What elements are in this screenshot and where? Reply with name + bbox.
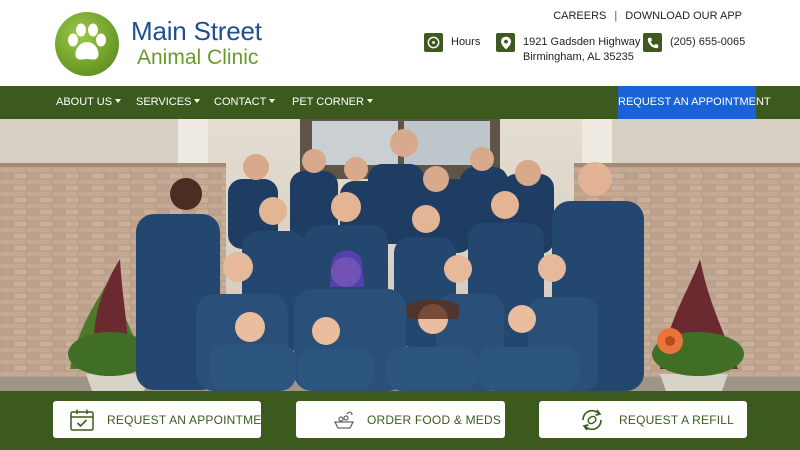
calendar-check-icon (67, 407, 97, 433)
hours-link[interactable]: Hours (424, 33, 480, 52)
refill-pill-icon (577, 407, 607, 433)
link-separator: | (614, 10, 618, 22)
order-food-meds-button[interactable]: ORDER FOOD & MEDS (296, 401, 505, 438)
nav-about-us[interactable]: ABOUT US (56, 86, 122, 119)
request-refill-button[interactable]: REQUEST A REFILL (539, 401, 747, 438)
request-appointment-button[interactable]: REQUEST AN APPOINTMENT (53, 401, 278, 438)
address-line2: Birmingham, AL 35235 (523, 51, 634, 63)
phone-link[interactable]: (205) 655-0065 (643, 33, 745, 52)
request-refill-label: REQUEST A REFILL (619, 412, 735, 427)
clock-icon (424, 33, 443, 52)
nav-pet-corner[interactable]: PET CORNER (292, 86, 373, 119)
phone-number: (205) 655-0065 (670, 36, 746, 48)
quick-actions-band: REQUEST AN APPOINTMENT ORDER FOOD & MEDS… (0, 391, 800, 450)
map-pin-icon (496, 33, 515, 52)
order-food-meds-label: ORDER FOOD & MEDS (367, 412, 502, 427)
nav-contact[interactable]: CONTACT (214, 86, 276, 119)
paw-print-icon (55, 12, 119, 76)
hours-label: Hours (451, 36, 481, 48)
nav-pet-corner-label: PET CORNER (292, 96, 364, 108)
brand-name-line1: Main Street (131, 16, 262, 46)
site-logo[interactable]: Main Street Animal Clinic (55, 12, 265, 78)
nav-services[interactable]: SERVICES (136, 86, 201, 119)
nav-about-us-label: ABOUT US (56, 96, 113, 108)
address-link[interactable]: 1921 Gadsden Highway Birmingham, AL 3523… (496, 33, 640, 65)
chevron-down-icon (115, 99, 122, 103)
team-photo-illustration (0, 119, 800, 391)
brand-name-line2: Animal Clinic (137, 46, 259, 69)
nav-request-appointment-button[interactable]: REQUEST AN APPOINTMENT (618, 86, 771, 119)
hero-team-photo (0, 119, 800, 391)
utility-links: CAREERS | DOWNLOAD OUR APP (553, 10, 742, 22)
download-app-link[interactable]: DOWNLOAD OUR APP (625, 10, 742, 22)
site-header: Main Street Animal Clinic CAREERS | DOWN… (0, 0, 800, 86)
request-appointment-label: REQUEST AN APPOINTMENT (107, 412, 278, 427)
chevron-down-icon (269, 99, 276, 103)
address-line1: 1921 Gadsden Highway (523, 36, 641, 48)
chevron-down-icon (194, 99, 201, 103)
nav-services-label: SERVICES (136, 96, 192, 108)
phone-icon (643, 33, 662, 52)
main-nav: ABOUT US SERVICES CONTACT PET CORNER REQ… (0, 86, 800, 119)
nav-contact-label: CONTACT (214, 96, 267, 108)
chevron-down-icon (366, 99, 373, 103)
pet-food-bowl-icon (329, 407, 359, 433)
careers-link[interactable]: CAREERS (553, 10, 606, 22)
